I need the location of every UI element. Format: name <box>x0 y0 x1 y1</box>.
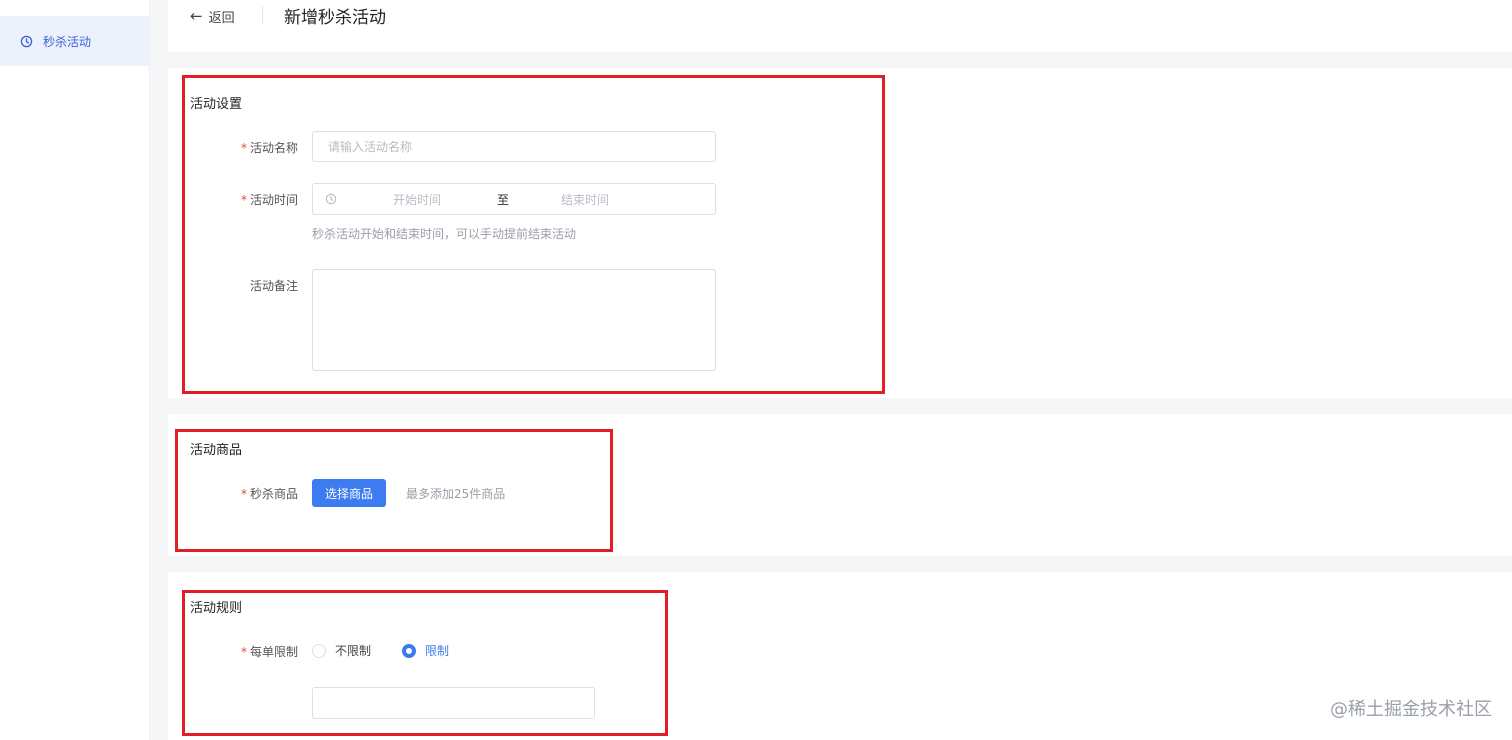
sidebar: 秒杀活动 <box>0 0 150 740</box>
back-button[interactable]: ← 返回 <box>190 5 235 27</box>
clock-refresh-icon <box>20 35 33 48</box>
sidebar-item-seckill[interactable]: 秒杀活动 <box>0 16 150 66</box>
back-label: 返回 <box>208 10 235 26</box>
page-header: ← 返回 新增秒杀活动 <box>168 0 1512 52</box>
watermark: @稀土掘金技术社区 <box>1330 699 1492 720</box>
arrow-left-icon: ← <box>190 7 203 25</box>
highlight-box-settings <box>182 75 885 394</box>
highlight-box-goods <box>175 429 613 552</box>
highlight-box-rules <box>182 590 668 736</box>
page-title: 新增秒杀活动 <box>284 8 386 28</box>
header-divider <box>262 6 263 24</box>
sidebar-item-label: 秒杀活动 <box>43 34 92 49</box>
